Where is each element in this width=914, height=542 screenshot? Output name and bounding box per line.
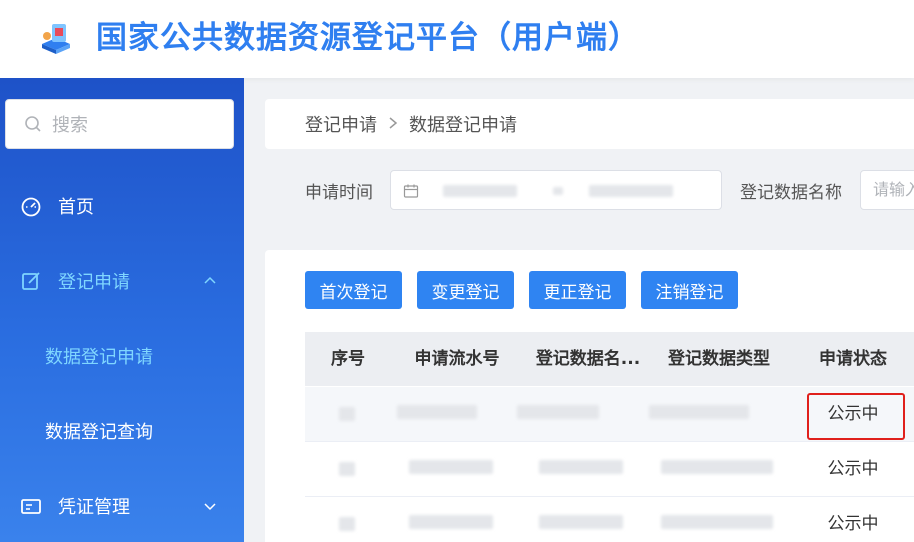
sidebar-item-certificate[interactable]: 凭证管理 — [0, 481, 244, 531]
redacted-cell — [539, 515, 623, 529]
data-name-input[interactable]: 请输入 — [860, 170, 914, 210]
correct-register-button[interactable]: 更正登记 — [529, 271, 626, 309]
table-header: 序号 申请流水号 登记数据名... 登记数据类型 申请状态 — [305, 332, 914, 386]
redacted-cell — [339, 462, 355, 476]
redacted-cell — [517, 405, 599, 419]
column-header-data-type: 登记数据类型 — [668, 349, 770, 369]
table-row[interactable]: 公示中 — [305, 442, 914, 497]
redacted-end-date — [589, 185, 673, 197]
redacted-cell — [539, 460, 623, 474]
app-header: 国家公共数据资源登记平台（用户端） — [0, 0, 914, 78]
sidebar-subitem-label: 数据登记申请 — [45, 347, 153, 368]
calendar-icon — [403, 184, 419, 198]
redacted-cell — [339, 407, 355, 421]
app-title: 国家公共数据资源登记平台（用户端） — [96, 20, 640, 56]
breadcrumb: 登记申请 数据登记申请 — [265, 99, 914, 149]
sidebar-item-home[interactable]: 首页 — [0, 181, 244, 231]
sidebar-item-label: 首页 — [58, 197, 94, 218]
sidebar-search-input[interactable]: 搜索 — [5, 99, 234, 149]
chevron-right-icon — [387, 115, 399, 134]
dashboard-icon — [20, 195, 42, 217]
search-placeholder: 搜索 — [52, 115, 88, 136]
redacted-start-date — [443, 185, 517, 197]
chevron-up-icon — [202, 273, 218, 289]
cancel-register-button[interactable]: 注销登记 — [641, 271, 738, 309]
platform-logo-icon — [42, 24, 70, 54]
sidebar-subitem-label: 数据登记查询 — [45, 422, 153, 443]
redacted-separator — [553, 187, 563, 195]
redacted-cell — [661, 460, 773, 474]
column-header-status: 申请状态 — [819, 349, 887, 369]
edit-icon — [20, 270, 42, 292]
redacted-cell — [649, 405, 749, 419]
column-header-data-name: 登记数据名... — [535, 349, 641, 369]
status-cell: 公示中 — [827, 459, 879, 479]
first-register-button[interactable]: 首次登记 — [305, 271, 402, 309]
sidebar-subitem-data-register-apply[interactable]: 数据登记申请 — [0, 331, 244, 381]
redacted-cell — [397, 405, 477, 419]
sidebar-item-register-apply[interactable]: 登记申请 — [0, 256, 244, 306]
filter-row: 申请时间 登记数据名称 请输入 — [265, 162, 914, 218]
highlight-box — [807, 393, 905, 440]
certificate-icon — [20, 495, 42, 517]
column-header-serial: 申请流水号 — [414, 349, 500, 369]
sidebar-subitem-data-register-query[interactable]: 数据登记查询 — [0, 406, 244, 456]
redacted-cell — [409, 515, 493, 529]
table-row[interactable]: 公示中 — [305, 497, 914, 542]
apply-time-date-range[interactable] — [390, 170, 722, 210]
redacted-cell — [409, 460, 493, 474]
change-register-button[interactable]: 变更登记 — [417, 271, 514, 309]
redacted-cell — [661, 515, 773, 529]
status-cell: 公示中 — [827, 514, 879, 534]
redacted-cell — [339, 517, 355, 531]
sidebar-item-label: 登记申请 — [58, 272, 130, 293]
sidebar: 搜索 首页 登记申请 数据登记申请 数据登记查询 凭证管理 — [0, 78, 244, 542]
breadcrumb-current: 数据登记申请 — [409, 115, 517, 136]
breadcrumb-parent[interactable]: 登记申请 — [305, 111, 377, 137]
apply-time-label: 申请时间 — [305, 183, 373, 203]
data-name-label: 登记数据名称 — [740, 183, 842, 203]
sidebar-item-label: 凭证管理 — [58, 497, 130, 518]
column-header-index: 序号 — [331, 349, 365, 369]
search-icon — [25, 116, 41, 132]
content-card: 首次登记 变更登记 更正登记 注销登记 序号 申请流水号 登记数据名... 登记… — [265, 250, 914, 542]
chevron-down-icon — [202, 498, 218, 514]
